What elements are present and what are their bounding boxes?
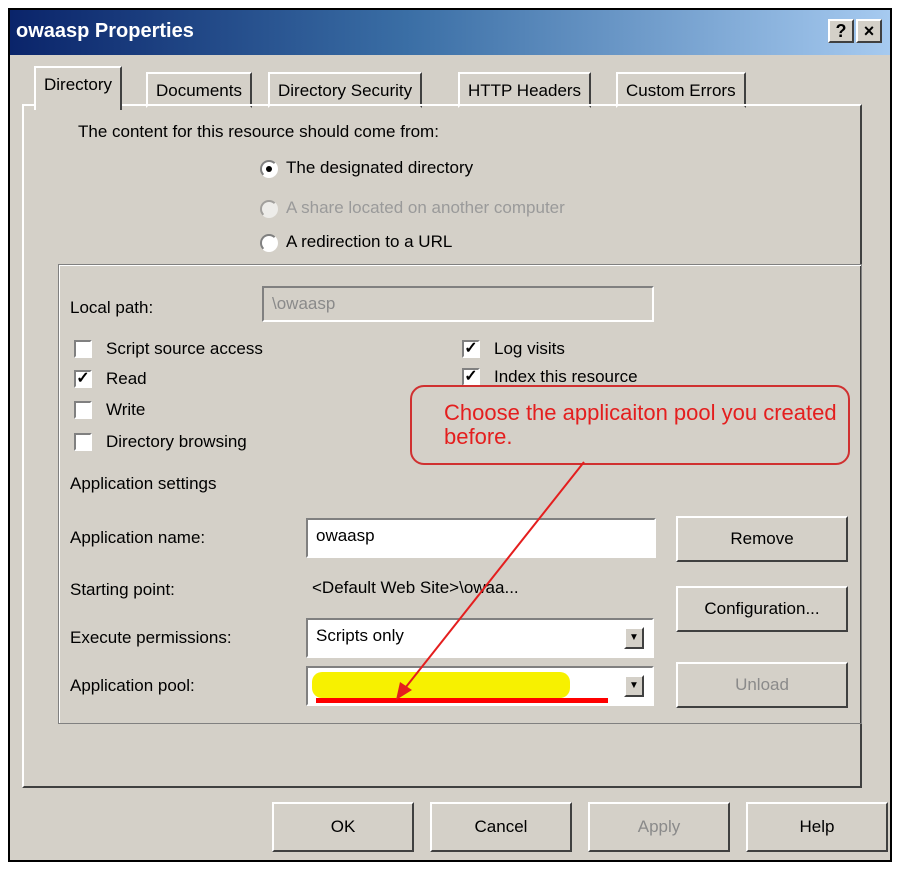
ok-button[interactable]: OK (272, 802, 414, 852)
apply-button: Apply (588, 802, 730, 852)
annotation-arrow (396, 461, 585, 700)
tab-directory[interactable]: Directory (34, 66, 123, 110)
help-button[interactable]: Help (746, 802, 888, 852)
cancel-button[interactable]: Cancel (430, 802, 572, 852)
